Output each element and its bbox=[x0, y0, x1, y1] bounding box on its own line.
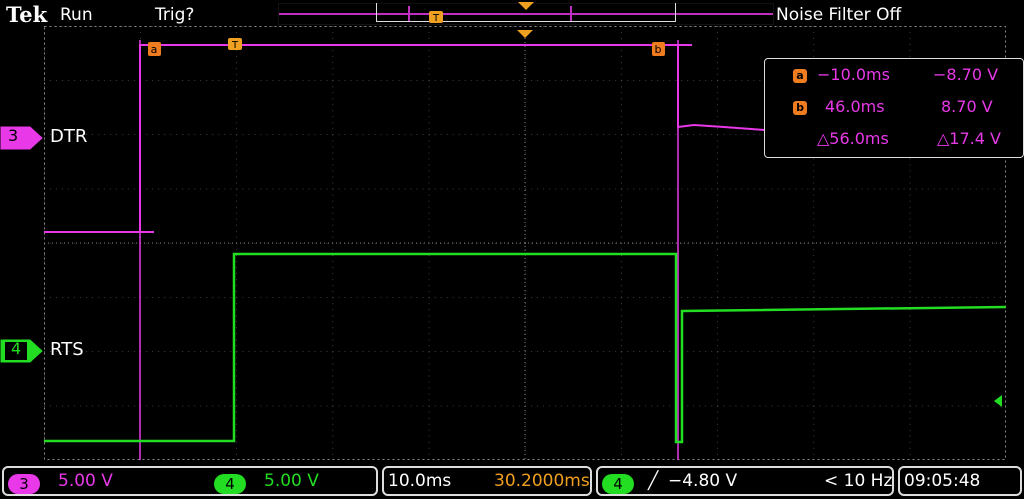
cursor-a-volt: −8.70 V bbox=[933, 65, 999, 84]
brand-logo: Tek bbox=[6, 2, 48, 27]
timebase: 10.0ms bbox=[388, 471, 452, 491]
cursor-b-time: 46.0ms bbox=[825, 97, 885, 116]
noise-filter-status: Noise Filter Off bbox=[776, 5, 902, 25]
cursor-delta-time: △56.0ms bbox=[817, 129, 889, 148]
cursor-b-icon: b bbox=[793, 101, 807, 115]
expansion-point-icon bbox=[518, 2, 534, 10]
trigger-slope-icon: ╱ bbox=[648, 471, 659, 491]
trigger-frequency: < 10 Hz bbox=[824, 471, 893, 491]
bottom-bar: 3 5.00 V 4 5.00 V 10.0ms 30.2000ms 4 ╱ −… bbox=[0, 462, 1024, 499]
trigger-level: −4.80 V bbox=[668, 471, 738, 491]
cursor-b-readout: b 46.0ms 8.70 V bbox=[765, 97, 1021, 121]
ch3-marker-icon bbox=[0, 126, 43, 150]
ch4-name: RTS bbox=[50, 339, 84, 360]
ch3-marker[interactable]: 3 bbox=[0, 126, 46, 150]
ch3-marker-label: 3 bbox=[8, 126, 19, 145]
cursor-readout: a −10.0ms −8.70 V b 46.0ms 8.70 V △56.0m… bbox=[764, 58, 1024, 158]
ch4-marker[interactable]: 4 bbox=[0, 339, 46, 363]
cursor-b-label: b bbox=[655, 43, 662, 56]
clock-time: 09:05:48 bbox=[904, 471, 981, 491]
ch4-scale: 5.00 V bbox=[264, 471, 319, 491]
cursor-b-volt: 8.70 V bbox=[941, 97, 993, 116]
acquisition-state: Run bbox=[60, 5, 93, 25]
cursor-delta-readout: △56.0ms △17.4 V bbox=[765, 129, 1021, 153]
ch3-name: DTR bbox=[50, 126, 88, 147]
ch3-scale-badge: 3 bbox=[8, 474, 40, 494]
svg-text:T: T bbox=[432, 13, 440, 24]
trigger-position-icon: T bbox=[429, 11, 443, 24]
cursor-delta-volt: △17.4 V bbox=[937, 129, 1001, 148]
trigger-status: Trig? bbox=[155, 5, 195, 25]
ch4-scale-badge: 4 bbox=[214, 474, 246, 494]
ch4-marker-label: 4 bbox=[11, 339, 22, 358]
cursor-a-time: −10.0ms bbox=[817, 65, 890, 84]
ch3-scale: 5.00 V bbox=[58, 471, 113, 491]
cursor-a-icon: a bbox=[793, 69, 807, 83]
cursor-a-readout: a −10.0ms −8.70 V bbox=[765, 65, 1021, 89]
ch4-marker-icon bbox=[0, 339, 43, 363]
trigger-time-marker-label: T bbox=[231, 40, 239, 51]
status-bar: Tek Run Trig? T Noise Filter Off bbox=[0, 0, 1024, 28]
horizontal-position: 30.2000ms bbox=[494, 471, 590, 491]
trigger-source-badge: 4 bbox=[602, 474, 634, 494]
cursor-a-label: a bbox=[151, 43, 158, 56]
